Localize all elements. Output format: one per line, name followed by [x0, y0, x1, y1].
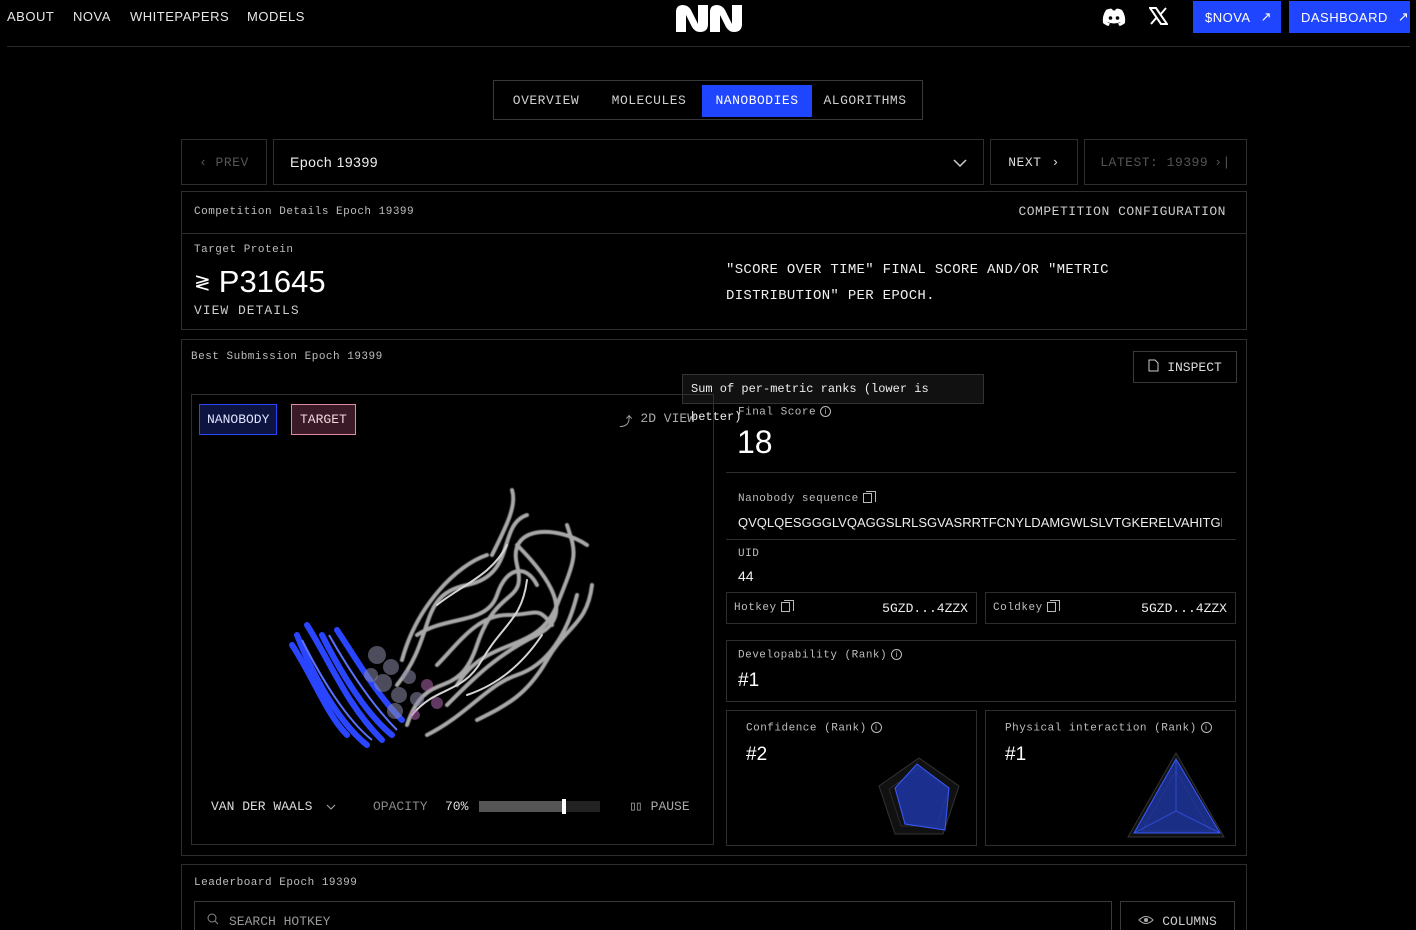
protein-icon: ≷ — [194, 271, 211, 294]
target-protein-id: ≷ P31645 — [194, 264, 326, 299]
coldkey-label: Coldkey — [993, 602, 1043, 614]
pause-icon: ▯▯ — [629, 799, 643, 814]
info-icon[interactable]: i — [891, 649, 903, 660]
chevron-down-icon — [953, 154, 967, 170]
arrow-up-right-icon: ↗ — [1397, 9, 1410, 24]
final-score-tooltip: Sum of per-metric ranks (lower is better… — [682, 374, 984, 424]
opacity-value: 70% — [445, 799, 469, 814]
copy-icon[interactable] — [1046, 600, 1060, 613]
tab-overview[interactable]: OVERVIEW — [500, 85, 592, 117]
uid-value: 44 — [738, 568, 754, 584]
physical-interaction-label: Physical interaction (Rank) — [1005, 722, 1197, 735]
next-epoch-button[interactable]: NEXT › — [990, 139, 1078, 185]
skip-forward-icon: ›| — [1214, 154, 1231, 170]
confidence-radar-chart — [878, 757, 960, 835]
2d-view-button[interactable]: ⤴ 2D VIEW — [619, 411, 695, 430]
hotkey-field: Hotkey 5GZD...4ZZX — [726, 592, 977, 624]
search-icon — [207, 912, 219, 930]
copy-icon[interactable] — [780, 600, 794, 613]
info-icon[interactable]: i — [870, 722, 882, 733]
arrow-up-right-icon: ↗ — [1260, 9, 1273, 24]
coldkey-value: 5GZD...4ZZX — [1141, 601, 1227, 616]
prev-epoch-button[interactable]: ‹ PREV — [181, 139, 267, 185]
developability-rank: #1 — [738, 670, 760, 691]
document-icon — [1148, 359, 1159, 376]
opacity-slider[interactable] — [479, 799, 600, 814]
divider — [182, 233, 1246, 234]
competition-config-link[interactable]: COMPETITION CONFIGURATION — [1018, 204, 1226, 219]
uid-label: UID — [738, 548, 760, 560]
pause-button[interactable]: ▯▯ PAUSE — [629, 799, 690, 814]
eye-icon — [1138, 914, 1154, 929]
chevron-down-icon — [326, 799, 336, 814]
competition-details-panel: Competition Details Epoch 19399 COMPETIT… — [181, 191, 1247, 330]
nav-models[interactable]: MODELS — [247, 9, 305, 24]
leaderboard-title: Leaderboard Epoch 19399 — [194, 877, 358, 889]
info-icon[interactable]: i — [820, 406, 832, 417]
discord-icon[interactable] — [1102, 8, 1126, 31]
tab-molecules[interactable]: MOLECULES — [600, 85, 698, 117]
tab-nanobodies[interactable]: NANOBODIES — [702, 85, 812, 117]
coldkey-field: Coldkey 5GZD...4ZZX — [985, 592, 1236, 624]
hotkey-value: 5GZD...4ZZX — [882, 601, 968, 616]
developability-label: Developability (Rank) — [738, 649, 888, 662]
nav-about[interactable]: ABOUT — [7, 9, 54, 24]
brand-logo[interactable] — [674, 2, 744, 34]
confidence-card: Confidence (Rank) i #2 — [726, 710, 977, 846]
physical-interaction-rank: #1 — [1005, 744, 1027, 765]
leaderboard-panel: Leaderboard Epoch 19399 SEARCH HOTKEY CO… — [181, 864, 1247, 930]
section-tabs: OVERVIEW MOLECULES NANOBODIES ALGORITHMS — [493, 80, 923, 120]
x-icon[interactable] — [1148, 7, 1169, 30]
chevron-right-icon: › — [1051, 154, 1060, 170]
final-score-label: Final Score i — [738, 406, 832, 418]
inspect-button[interactable]: INSPECT — [1133, 351, 1237, 383]
sequence-value: QVQLQESGGGLVQAGGSLRLSGVASRRTFCNYLDAMGWLS… — [738, 515, 1222, 530]
nav-divider — [7, 46, 1410, 47]
divider — [726, 539, 1236, 540]
target-protein-label: Target Protein — [194, 244, 294, 256]
hotkey-label: Hotkey — [734, 602, 777, 614]
molecule-viewer[interactable]: NANOBODY TARGET ⤴ 2D VIEW VAN DER WAALS … — [191, 394, 714, 845]
target-toggle[interactable]: TARGET — [291, 404, 356, 435]
opacity-label: OPACITY — [373, 799, 428, 814]
epoch-select[interactable]: Epoch 19399 — [273, 139, 984, 185]
confidence-label: Confidence (Rank) — [746, 722, 867, 735]
search-hotkey-input[interactable]: SEARCH HOTKEY — [194, 901, 1112, 930]
best-submission-title: Best Submission Epoch 19399 — [191, 351, 383, 363]
nanobody-toggle[interactable]: NANOBODY — [199, 404, 278, 435]
protein-structure-render — [289, 488, 594, 748]
dashboard-button[interactable]: DASHBOARD ↗ — [1289, 1, 1410, 33]
columns-button[interactable]: COLUMNS — [1120, 901, 1235, 930]
latest-epoch-button[interactable]: LATEST: 19399 ›| — [1084, 139, 1247, 185]
render-style-select[interactable]: VAN DER WAALS — [211, 799, 336, 814]
nav-nova[interactable]: NOVA — [73, 9, 111, 24]
developability-card: Developability (Rank) i #1 — [726, 640, 1236, 702]
nova-token-button[interactable]: $NOVA ↗ — [1193, 1, 1281, 33]
chevron-left-icon: ‹ — [199, 154, 208, 170]
confidence-rank: #2 — [746, 744, 768, 765]
nav-whitepapers[interactable]: WHITEPAPERS — [130, 9, 229, 24]
physical-interaction-card: Physical interaction (Rank) i #1 — [985, 710, 1236, 846]
copy-icon[interactable] — [862, 491, 876, 504]
view-details-link[interactable]: VIEW DETAILS — [194, 303, 300, 318]
sequence-label: Nanobody sequence — [738, 491, 876, 505]
info-icon[interactable]: i — [1200, 722, 1212, 733]
physical-interaction-radar-chart — [1127, 751, 1225, 838]
competition-title: Competition Details Epoch 19399 — [194, 206, 415, 218]
opacity-slider-handle[interactable] — [561, 799, 566, 814]
competition-note: "SCORE OVER TIME" FINAL SCORE AND/OR "ME… — [726, 262, 1109, 304]
tab-algorithms[interactable]: ALGORITHMS — [814, 85, 916, 117]
final-score-value: 18 — [737, 424, 773, 460]
divider — [726, 472, 1236, 473]
rotate-icon: ⤴ — [619, 415, 633, 430]
